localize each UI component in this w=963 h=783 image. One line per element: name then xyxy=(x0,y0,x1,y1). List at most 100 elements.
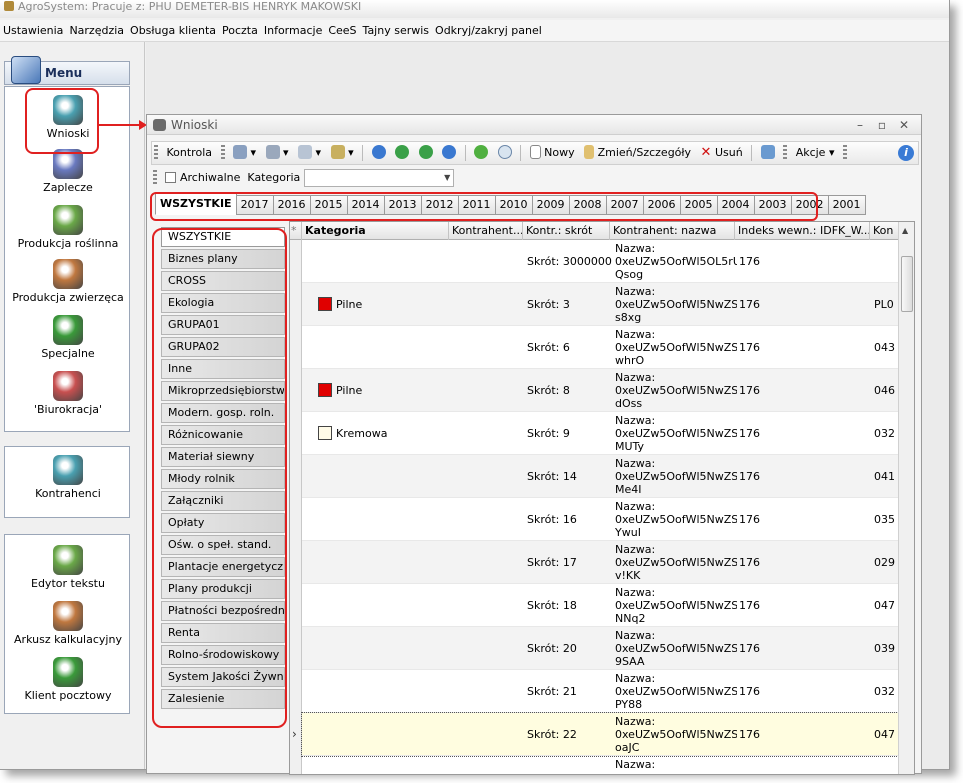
table-row[interactable]: Skrót: 20 Nazwa: 0xeUZw5OofWl5NwZSY 9SAA 176… xyxy=(302,627,900,670)
app-title: AgroSystem: Pracuje z: PHU DEMETER-BIS H… xyxy=(18,0,362,13)
nav-item-produkcja-zwierzeca[interactable]: Produkcja zwierzęca xyxy=(5,259,131,304)
menu-cees[interactable]: CeeS xyxy=(325,20,359,42)
cell-skrot: Skrót: 20 xyxy=(527,642,577,655)
toolbar-grip[interactable] xyxy=(783,145,788,161)
cell-kategoria xyxy=(318,455,453,498)
menu-obsluga-klienta[interactable]: Obsługa klienta xyxy=(127,20,219,42)
table-row[interactable]: Pilne Skrót: 8 Nazwa: 0xeUZw5OofWl5NwZSS dOs… xyxy=(302,369,900,412)
nav-item-biurokracja[interactable]: 'Biurokracja' xyxy=(5,371,131,416)
scroll-thumb[interactable] xyxy=(901,256,913,312)
first-record-button[interactable] xyxy=(369,142,389,164)
archiwalne-checkbox[interactable] xyxy=(165,172,176,183)
column-header-kategoria[interactable]: Kategoria xyxy=(302,222,449,240)
filter-grip[interactable] xyxy=(153,170,157,186)
column-header-kontrahent[interactable]: Kontrahent... xyxy=(449,222,523,240)
akcje-label: Akcje xyxy=(795,146,826,159)
table-row[interactable]: Skrót: 17 Nazwa: 0xeUZw5OofWl5NwZSW v!KK 176… xyxy=(302,541,900,584)
akcje-dropdown[interactable]: Akcje ▾ xyxy=(793,142,838,164)
cell-nazwa: Nazwa: 0xeUZw5OofWl5NwZSW v!KK xyxy=(615,541,737,584)
nav-item-specjalne[interactable]: Specjalne xyxy=(5,315,131,360)
last-record-button[interactable] xyxy=(439,142,459,164)
scroll-up-icon[interactable]: ▲ xyxy=(902,226,908,235)
cell-skrot: Skrót: 21 xyxy=(527,685,577,698)
cell-skrot: Skrót: 8 xyxy=(527,384,570,397)
cell-kon: 047 xyxy=(874,599,895,612)
menu-poczta[interactable]: Poczta xyxy=(219,20,261,42)
table-row[interactable]: Skrót: 21 Nazwa: 0xeUZw5OofWl5NwZSY PY88 176… xyxy=(302,670,900,713)
minimize-button[interactable]: – xyxy=(849,115,871,135)
nav-item-label: 'Biurokracja' xyxy=(33,403,103,416)
table-row[interactable]: Skrót: 6 Nazwa: 0xeUZw5OofWl5NwZSR whrO 176 0… xyxy=(302,326,900,369)
refresh-icon xyxy=(474,145,489,159)
table-row[interactable]: Skrót: 16 Nazwa: 0xeUZw5OofWl5NwZSW YwuI 176… xyxy=(302,498,900,541)
filter-tool-button[interactable]: ▾ xyxy=(230,142,259,164)
table-row[interactable]: Skrót: 22 Nazwa: 0xeUZw5OofWl5NwZSY oaJC 176… xyxy=(301,712,901,757)
nav-item-klient-pocztowy[interactable]: Klient pocztowy xyxy=(5,657,131,702)
sum-button[interactable]: ▾ xyxy=(295,142,324,164)
toolbar-separator xyxy=(464,145,466,161)
menu-header[interactable]: Menu xyxy=(4,56,130,85)
view-button[interactable] xyxy=(758,142,778,164)
delete-button[interactable]: ✕ Usuń xyxy=(698,142,746,164)
new-document-icon xyxy=(529,145,541,159)
maximize-button[interactable]: ▫ xyxy=(871,115,893,135)
column-header-star[interactable]: * xyxy=(290,222,302,240)
close-button[interactable]: ✕ xyxy=(893,115,915,135)
table-row[interactable]: Kremowa Skrót: 9 Nazwa: 0xeUZw5OofWl5NwZST M… xyxy=(302,412,900,455)
nav-item-kontrahenci[interactable]: Kontrahenci xyxy=(5,455,131,500)
cell-nazwa-line: 0xeUZw5OofWl5NwZSX xyxy=(615,599,737,612)
table-row[interactable]: Skrót: 14 Nazwa: 0xeUZw5OofWl5NwZSV Me4I 176… xyxy=(302,455,900,498)
toolbar-grip[interactable] xyxy=(843,145,847,161)
toolbar-grip[interactable] xyxy=(154,145,158,161)
menu-narzedzia[interactable]: Narzędzia xyxy=(66,20,127,42)
cell-kon: 032 xyxy=(874,427,895,440)
help-icon[interactable]: i xyxy=(898,145,914,161)
delete-icon: ✕ xyxy=(700,145,712,160)
print-button[interactable]: ▾ xyxy=(263,142,292,164)
table-row[interactable]: Skrót: 3000000 Nazwa: 0xeUZw5OofWl5OL5rU Qs… xyxy=(302,240,900,283)
cell-nazwa-line: Nazwa: xyxy=(615,414,656,427)
prev-record-button[interactable] xyxy=(392,142,412,164)
new-button[interactable]: Nowy xyxy=(527,142,578,164)
menu-tajny-serwis[interactable]: Tajny serwis xyxy=(360,20,432,42)
cell-kon: 035 xyxy=(874,513,895,526)
column-header-kontr-skrot[interactable]: Kontr.: skrót xyxy=(523,222,610,240)
cell-nazwa: Nazwa: 0xeUZw5OofWl5NwZSW YwuI xyxy=(615,498,737,541)
export-button[interactable]: ▾ xyxy=(328,142,357,164)
search-button[interactable] xyxy=(495,142,515,164)
table-row[interactable]: Pilne Skrót: 3 Nazwa: 0xeUZw5OofWl5NwZSQ s8x… xyxy=(302,283,900,326)
refresh-button[interactable] xyxy=(471,142,491,164)
menu-odkryj-zakryj-panel[interactable]: Odkryj/zakryj panel xyxy=(432,20,545,42)
nav-item-produkcja-roslinna[interactable]: Produkcja roślinna xyxy=(5,205,131,250)
column-header-kon[interactable]: Kon xyxy=(870,222,900,240)
current-row-indicator: › xyxy=(292,727,297,741)
wnioski-titlebar[interactable]: Wnioski – ▫ ✕ xyxy=(147,115,921,135)
kategoria-select[interactable]: ▼ xyxy=(304,169,455,187)
next-record-button[interactable] xyxy=(416,142,436,164)
cell-nazwa-line: Nazwa: xyxy=(615,285,656,298)
nav-item-zaplecze[interactable]: Zaplecze xyxy=(5,149,131,194)
cell-nazwa: Nazwa: 0xeUZw5OofWl5NwZST MUTy xyxy=(615,412,737,455)
table-row[interactable]: Skrót: 18 Nazwa: 0xeUZw5OofWl5NwZSX NNq2 176… xyxy=(302,584,900,627)
menu-informacje[interactable]: Informacje xyxy=(261,20,325,42)
nav-item-label: Edytor tekstu xyxy=(31,577,105,590)
toolbar-separator xyxy=(362,145,364,161)
cell-indeks: 176 xyxy=(739,685,760,698)
menu-ustawienia[interactable]: Ustawienia xyxy=(0,20,66,42)
kontrola-button[interactable]: Kontrola xyxy=(164,142,216,164)
cell-kon: 032 xyxy=(874,685,895,698)
tab-year-2001[interactable]: 2001 xyxy=(827,195,866,215)
toolbar-separator xyxy=(520,145,522,161)
nav-item-arkusz-kalkulacyjny[interactable]: Arkusz kalkulacyjny xyxy=(5,601,131,646)
column-header-indeks-wewn-idfk-w[interactable]: Indeks wewn.: IDFK_W... xyxy=(735,222,870,240)
vertical-scrollbar[interactable]: ▲ xyxy=(898,222,914,774)
table-row[interactable]: Nazwa: xyxy=(302,756,900,774)
cell-nazwa-line: Nazwa: xyxy=(615,629,656,642)
cell-nazwa-line: Nazwa: xyxy=(615,457,656,470)
cell-nazwa-line: PY88 xyxy=(615,698,643,711)
cell-kon: 046 xyxy=(874,384,895,397)
toolbar-grip[interactable] xyxy=(220,145,225,161)
nav-item-edytor-tekstu[interactable]: Edytor tekstu xyxy=(5,545,131,590)
column-header-kontrahent-nazwa[interactable]: Kontrahent: nazwa xyxy=(610,222,735,240)
edit-button[interactable]: Zmień/Szczegóły xyxy=(581,142,694,164)
